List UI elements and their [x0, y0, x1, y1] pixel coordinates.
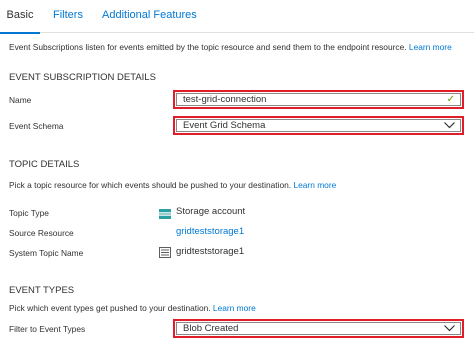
topic-type-label: Topic Type: [9, 208, 49, 218]
tab-additional-features[interactable]: Additional Features: [102, 0, 197, 33]
storage-account-icon: [159, 206, 171, 224]
chevron-down-icon: [444, 118, 455, 129]
filter-event-types-dropdown[interactable]: Blob Created: [173, 319, 464, 338]
topic-details-text: Pick a topic resource for which events s…: [9, 180, 292, 190]
name-field-value: test-grid-connection: [183, 94, 267, 105]
intro-text: Event Subscriptions listen for events em…: [9, 42, 407, 52]
name-field[interactable]: test-grid-connection ✓: [173, 90, 464, 109]
name-label: Name: [9, 95, 32, 105]
event-types-text: Pick which event types get pushed to you…: [9, 303, 211, 313]
chevron-down-icon: [444, 321, 455, 332]
event-types-description: Pick which event types get pushed to you…: [9, 303, 256, 313]
event-types-heading: EVENT TYPES: [9, 285, 75, 296]
system-topic-name-label: System Topic Name: [9, 248, 84, 258]
tab-bar: Basic Filters Additional Features: [0, 0, 474, 34]
topic-learn-more-link[interactable]: Learn more: [293, 180, 336, 190]
event-schema-value: Event Grid Schema: [183, 120, 266, 131]
event-schema-label: Event Schema: [9, 121, 64, 131]
tab-basic[interactable]: Basic: [0, 0, 40, 34]
filter-event-types-label: Filter to Event Types: [9, 324, 86, 334]
source-resource-label: Source Resource: [9, 228, 74, 238]
topic-type-value: Storage account: [176, 206, 246, 217]
subscription-details-heading: EVENT SUBSCRIPTION DETAILS: [9, 72, 156, 83]
check-icon: ✓: [446, 94, 455, 105]
tab-filters[interactable]: Filters: [53, 0, 83, 33]
intro-learn-more-link[interactable]: Learn more: [409, 42, 452, 52]
system-topic-name-value: gridteststorage1: [176, 246, 245, 257]
topic-details-heading: TOPIC DETAILS: [9, 159, 80, 170]
intro-description: Event Subscriptions listen for events em…: [9, 42, 452, 52]
filter-event-types-value: Blob Created: [183, 323, 239, 334]
topic-details-description: Pick a topic resource for which events s…: [9, 180, 336, 190]
system-topic-icon: [159, 245, 171, 263]
event-schema-dropdown[interactable]: Event Grid Schema: [173, 116, 464, 135]
source-resource-link[interactable]: gridteststorage1: [176, 226, 244, 237]
event-types-learn-more-link[interactable]: Learn more: [213, 303, 256, 313]
